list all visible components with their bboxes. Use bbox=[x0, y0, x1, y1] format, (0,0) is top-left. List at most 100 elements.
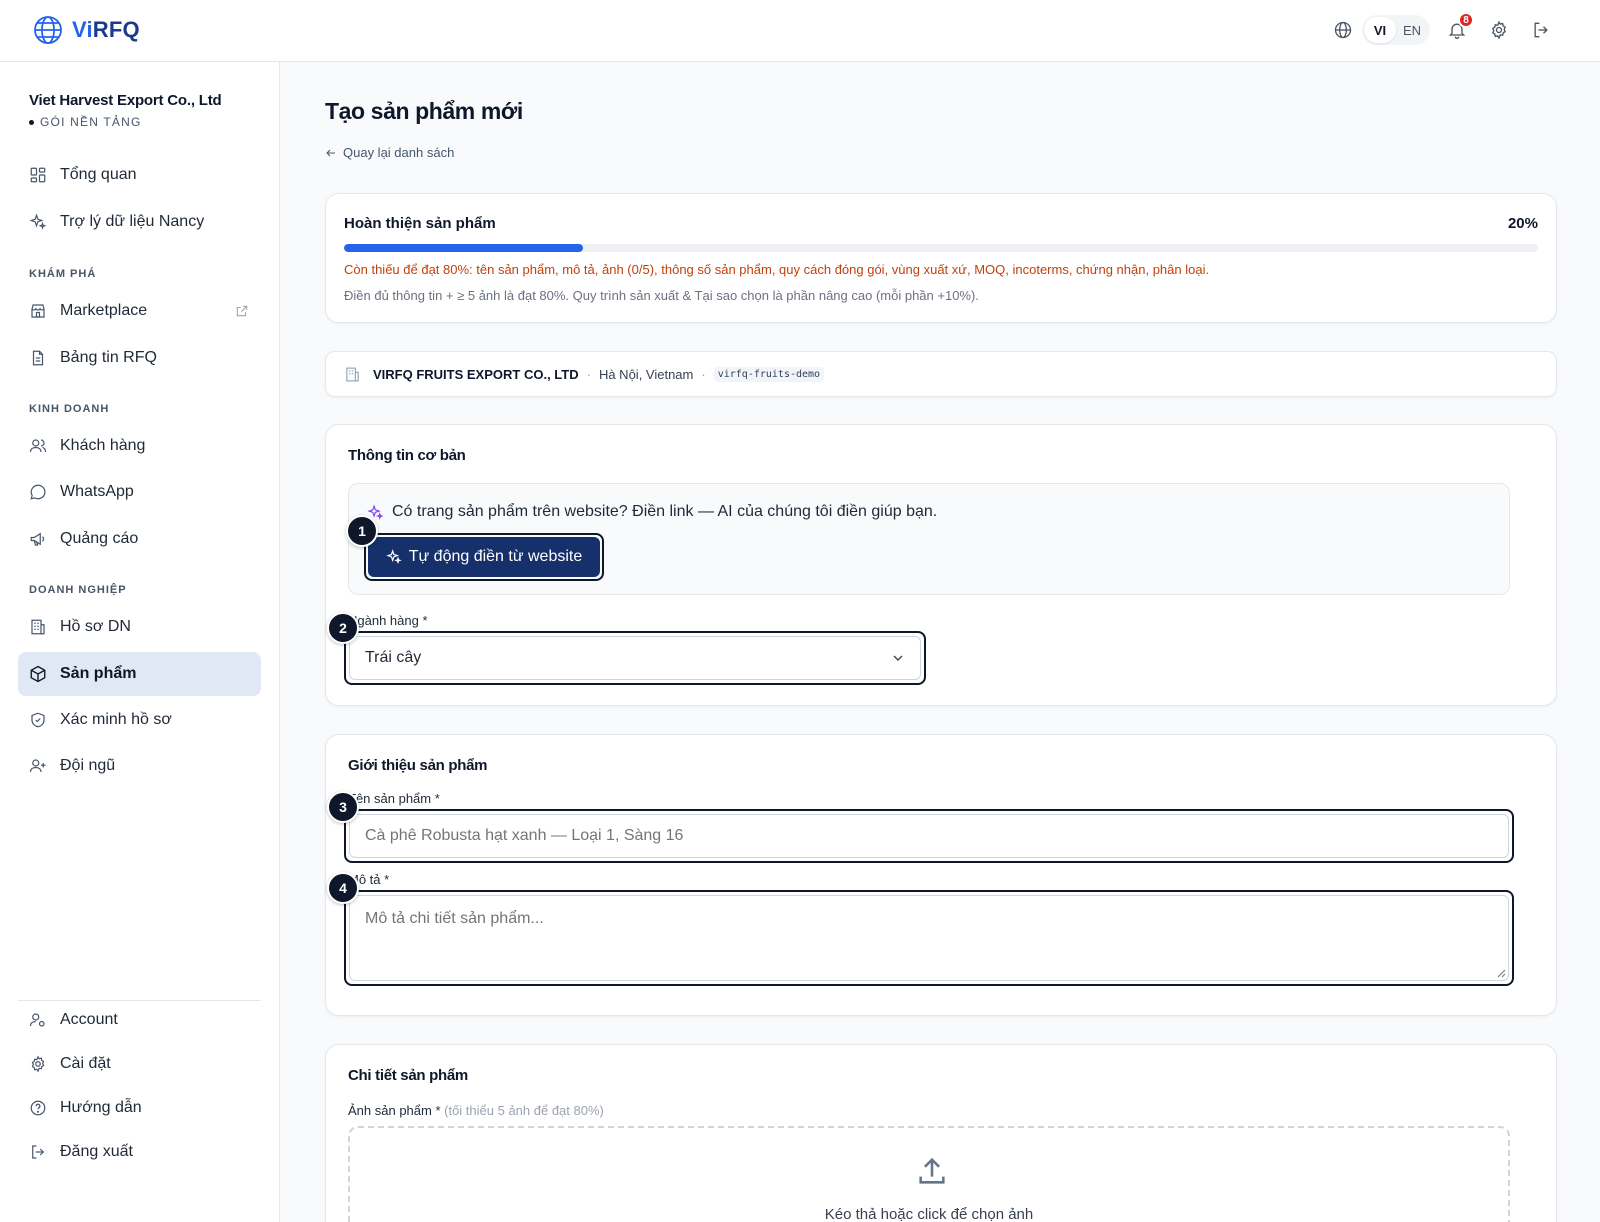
section-title-basic: Thông tin cơ bản bbox=[348, 447, 466, 464]
logout-arrow-icon bbox=[32, 1145, 45, 1159]
header-actions: VI EN 8 bbox=[1328, 12, 1556, 45]
product-details-card: Chi tiết sản phẩm Ảnh sản phẩm * (tối th… bbox=[325, 1044, 1557, 1222]
page-title: Tạo sản phẩm mới bbox=[325, 98, 523, 124]
sidebar-item-verify[interactable]: Xác minh hồ sơ bbox=[18, 698, 261, 742]
megaphone-icon bbox=[30, 532, 45, 546]
sidebar-item-rfq-board[interactable]: Bảng tin RFQ bbox=[18, 336, 261, 380]
user-settings-icon bbox=[29, 1013, 45, 1027]
user-plus-icon bbox=[29, 759, 46, 773]
sidebar-item-customers[interactable]: Khách hàng bbox=[18, 424, 261, 468]
sidebar: Viet Harvest Export Co., Ltd GÓI NỀN TẢN… bbox=[0, 62, 280, 1222]
images-hint: (tối thiểu 5 ảnh để đạt 80%) bbox=[444, 1103, 604, 1118]
notification-badge: 8 bbox=[1458, 12, 1474, 28]
autofill-from-website-button[interactable]: Tự động điền từ website bbox=[368, 537, 600, 577]
product-name-ring bbox=[344, 809, 1514, 863]
chevron-down-icon bbox=[893, 655, 903, 661]
arrow-left-icon bbox=[326, 149, 335, 156]
section-enterprise: DOANH NGHIỆP bbox=[29, 584, 127, 596]
images-label: Ảnh sản phẩm * (tối thiểu 5 ảnh để đạt 8… bbox=[348, 1103, 604, 1118]
plan-dot-icon bbox=[29, 119, 34, 125]
back-to-list-link[interactable]: Quay lại danh sách bbox=[325, 145, 454, 160]
completion-progress-card: Hoàn thiện sản phẩm 20% Còn thiếu để đạt… bbox=[325, 193, 1557, 323]
gear-icon bbox=[31, 1055, 45, 1073]
company-slug: virfq-fruits-demo bbox=[713, 366, 825, 382]
sidebar-item-logout[interactable]: Đăng xuất bbox=[18, 1130, 261, 1174]
step-marker-3: 3 bbox=[327, 791, 359, 823]
progress-bar-fill bbox=[344, 244, 583, 252]
section-title-details: Chi tiết sản phẩm bbox=[348, 1067, 468, 1084]
main-content: Tạo sản phẩm mới Quay lại danh sách Hoàn… bbox=[280, 62, 1600, 1222]
company-bar-location: Hà Nội, Vietnam bbox=[598, 366, 694, 382]
separator: · bbox=[701, 366, 706, 382]
lang-en-button[interactable]: EN bbox=[1396, 17, 1428, 43]
progress-missing-text: Còn thiếu để đạt 80%: tên sản phẩm, mô t… bbox=[344, 262, 1210, 277]
sparkles-icon bbox=[29, 213, 47, 230]
logo-text: ViRFQ bbox=[72, 17, 140, 42]
sidebar-item-company-profile[interactable]: Hồ sơ DN bbox=[18, 605, 261, 649]
product-intro-card: Giới thiệu sản phẩm Tên sản phẩm * 3 Mô … bbox=[325, 734, 1557, 1016]
package-box-icon bbox=[30, 665, 46, 683]
lang-vi-button[interactable]: VI bbox=[1364, 17, 1396, 43]
category-select-ring: Trái cây bbox=[344, 631, 926, 685]
building-icon bbox=[346, 367, 359, 381]
section-business: KINH DOANH bbox=[29, 403, 110, 415]
category-label: Ngành hàng * bbox=[348, 613, 428, 628]
description-ring bbox=[344, 890, 1514, 986]
help-circle-icon bbox=[30, 1100, 46, 1116]
ai-button-focus-ring: Tự động điền từ website bbox=[364, 533, 604, 581]
company-info: Viet Harvest Export Co., Ltd GÓI NỀN TẢN… bbox=[29, 92, 222, 129]
progress-hint-text: Điền đủ thông tin + ≥ 5 ảnh là đạt 80%. … bbox=[344, 288, 979, 303]
basic-info-card: Thông tin cơ bản Có trang sản phẩm trên … bbox=[325, 424, 1557, 706]
description-textarea[interactable] bbox=[349, 895, 1509, 981]
step-marker-4: 4 bbox=[327, 872, 359, 904]
product-name-input[interactable] bbox=[349, 814, 1509, 858]
step-marker-1: 1 bbox=[346, 515, 378, 547]
sidebar-item-assistant[interactable]: Trợ lý dữ liệu Nancy bbox=[18, 200, 261, 244]
sidebar-item-guide[interactable]: Hướng dẫn bbox=[18, 1086, 261, 1130]
dashboard-grid-icon bbox=[30, 167, 46, 183]
settings-gear-icon[interactable] bbox=[1484, 15, 1514, 45]
image-dropzone[interactable]: Kéo thả hoặc click để chọn ảnh bbox=[348, 1126, 1510, 1222]
shield-check-icon bbox=[31, 712, 45, 728]
sidebar-item-overview[interactable]: Tổng quan bbox=[18, 153, 261, 197]
top-bar: ViRFQ VI EN 8 bbox=[0, 0, 1600, 62]
plan-badge: GÓI NỀN TẢNG bbox=[29, 115, 222, 129]
progress-percent: 20% bbox=[1507, 215, 1538, 232]
section-title-intro: Giới thiệu sản phẩm bbox=[348, 757, 488, 774]
ai-autofill-prompt: Có trang sản phẩm trên website? Điền lin… bbox=[367, 503, 937, 521]
language-globe-icon[interactable] bbox=[1328, 15, 1358, 45]
ai-autofill-box: Có trang sản phẩm trên website? Điền lin… bbox=[348, 483, 1510, 595]
building-icon bbox=[31, 619, 45, 635]
company-name: Viet Harvest Export Co., Ltd bbox=[29, 92, 222, 109]
sparkles-icon bbox=[385, 549, 402, 565]
sidebar-item-settings[interactable]: Cài đặt bbox=[18, 1042, 261, 1086]
dropzone-text: Kéo thả hoặc click để chọn ảnh bbox=[824, 1206, 1034, 1222]
store-icon bbox=[31, 304, 45, 318]
document-icon bbox=[32, 350, 44, 366]
category-select[interactable]: Trái cây bbox=[349, 636, 921, 680]
separator: · bbox=[586, 366, 591, 382]
sidebar-item-team[interactable]: Đội ngũ bbox=[18, 744, 261, 788]
progress-bar bbox=[344, 244, 1538, 252]
users-icon bbox=[29, 439, 47, 453]
progress-title: Hoàn thiện sản phẩm bbox=[344, 215, 496, 232]
sidebar-item-products[interactable]: Sản phẩm bbox=[18, 652, 261, 696]
external-link-icon bbox=[236, 305, 248, 317]
language-toggle: VI EN bbox=[1362, 15, 1430, 45]
resize-handle-icon[interactable] bbox=[1496, 968, 1506, 978]
sidebar-item-account[interactable]: Account bbox=[18, 998, 261, 1042]
chat-bubble-icon bbox=[30, 484, 46, 500]
logo[interactable]: ViRFQ bbox=[32, 14, 140, 46]
globe-logo-icon bbox=[34, 16, 62, 44]
section-explore: KHÁM PHÁ bbox=[29, 268, 97, 280]
company-bar-name: VIRFQ FRUITS EXPORT CO., LTD bbox=[373, 366, 579, 382]
step-marker-2: 2 bbox=[327, 612, 359, 644]
sidebar-item-ads[interactable]: Quảng cáo bbox=[18, 517, 261, 561]
upload-icon bbox=[919, 1157, 945, 1184]
sidebar-item-whatsapp[interactable]: WhatsApp bbox=[18, 470, 261, 514]
product-name-label: Tên sản phẩm * bbox=[348, 791, 440, 806]
sidebar-item-marketplace[interactable]: Marketplace bbox=[18, 289, 261, 333]
logout-icon[interactable] bbox=[1526, 15, 1556, 45]
notification-bell-icon[interactable]: 8 bbox=[1442, 12, 1474, 45]
selected-company-bar: VIRFQ FRUITS EXPORT CO., LTD · Hà Nội, V… bbox=[325, 351, 1557, 397]
